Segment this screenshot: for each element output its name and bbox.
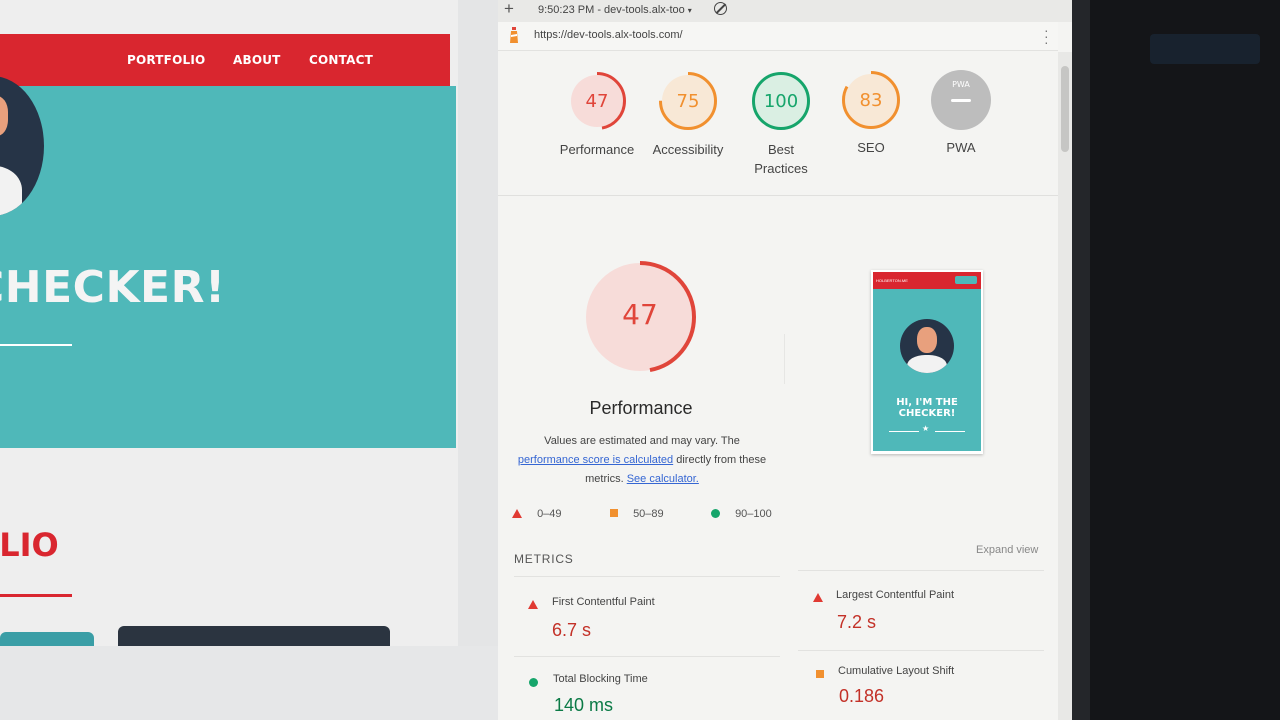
final-screenshot-thumbnail[interactable]: HOLBERTON.ME HI, I'M THE CHECKER! ★ <box>871 270 983 454</box>
lighthouse-panel: + 9:50:23 PM - dev-tools.alx-too ▾ https:… <box>498 0 1072 720</box>
metric-title: Total Blocking Time <box>553 673 648 685</box>
gauge-seo[interactable]: 83 <box>841 70 901 130</box>
divider <box>498 195 1058 196</box>
expand-view-toggle[interactable]: Expand view <box>976 544 1038 556</box>
pwa-badge-text: PWA <box>952 80 970 89</box>
gauge-score: 75 <box>676 91 700 112</box>
background-window <box>1150 34 1260 64</box>
divider <box>514 576 780 577</box>
website-preview: PORTFOLIO ABOUT CONTACT CHECKER! OLIO <box>0 0 458 720</box>
thumbnail-nav-text: HOLBERTON.ME <box>876 278 908 283</box>
portfolio-section-title: OLIO <box>0 526 59 564</box>
divider <box>784 334 785 384</box>
gauge-label: PWA <box>946 140 976 155</box>
scrollbar[interactable] <box>1058 52 1072 720</box>
gauge-pwa[interactable]: PWA <box>931 70 991 130</box>
portfolio-card[interactable] <box>118 626 390 646</box>
legend-pass: 90–100 <box>711 508 772 520</box>
screen-bezel <box>1072 0 1090 720</box>
circle-icon <box>529 678 538 687</box>
triangle-icon <box>528 600 538 609</box>
gauge-score: 83 <box>859 90 883 111</box>
section-divider <box>0 594 72 597</box>
gauge-label: Performance <box>559 142 635 157</box>
gauge-label: SEO <box>857 140 885 155</box>
metrics-heading: METRICS <box>514 552 574 566</box>
metric-value: 140 ms <box>554 695 614 715</box>
new-report-button[interactable]: + <box>504 0 514 19</box>
divider <box>798 570 1044 571</box>
circle-icon <box>711 509 720 518</box>
star-icon: ★ <box>922 424 930 433</box>
desktop-background <box>0 646 498 720</box>
see-calculator-link[interactable]: See calculator. <box>627 473 699 485</box>
portfolio-card[interactable] <box>0 632 94 646</box>
metric-value: 0.186 <box>839 686 885 706</box>
score-calculated-link[interactable]: performance score is calculated <box>518 454 673 466</box>
performance-title: Performance <box>589 398 693 418</box>
avatar <box>0 76 44 216</box>
performance-description: Values are estimated and may vary. The p… <box>517 435 767 485</box>
more-options-icon[interactable]: · · · <box>1044 23 1049 49</box>
clear-icon[interactable] <box>714 2 727 15</box>
gauge-accessibility[interactable]: 75 <box>658 71 718 131</box>
gauge-label: Accessibility <box>652 142 724 157</box>
triangle-icon <box>813 593 823 602</box>
avatar <box>900 319 954 373</box>
performance-gauge-large: 47 <box>581 258 699 376</box>
gauge-score: 47 <box>585 91 609 112</box>
legend-average: 50–89 <box>610 508 664 520</box>
nav-contact-link[interactable]: CONTACT <box>309 53 373 67</box>
triangle-icon <box>512 509 522 518</box>
scrollbar-thumb[interactable] <box>1061 66 1069 152</box>
gauge-performance[interactable]: 47 <box>567 71 627 131</box>
divider <box>798 650 1044 651</box>
report-title: 9:50:23 PM - dev-tools.alx-too <box>538 4 685 16</box>
gauge-best-practices[interactable]: 100 <box>751 71 811 131</box>
lighthouse-icon <box>510 27 518 43</box>
pwa-dash <box>951 99 971 102</box>
gauge-score: 100 <box>763 91 799 112</box>
metric-value: 6.7 s <box>552 620 592 640</box>
screen-background <box>1072 0 1280 720</box>
divider <box>514 656 780 657</box>
report-url[interactable]: https://dev-tools.alx-tools.com/ <box>534 29 683 41</box>
legend-fail: 0–49 <box>512 508 562 520</box>
thumbnail-title: HI, I'M THE CHECKER! <box>896 397 958 419</box>
metric-value: 7.2 s <box>837 612 877 632</box>
nav-about-link[interactable]: ABOUT <box>233 53 281 67</box>
performance-score: 47 <box>622 298 658 331</box>
nav-portfolio-link[interactable]: PORTFOLIO <box>127 53 205 67</box>
url-bar: https://dev-tools.alx-tools.com/ · · · <box>498 22 1058 51</box>
report-tabbar: + 9:50:23 PM - dev-tools.alx-too ▾ <box>498 0 1072 22</box>
hero-section: CHECKER! <box>0 76 456 448</box>
hero-divider <box>0 344 72 346</box>
metric-title: Cumulative Layout Shift <box>838 665 955 677</box>
gauge-label: Best Practices <box>754 142 808 176</box>
hero-title: CHECKER! <box>0 262 226 313</box>
site-navbar: PORTFOLIO ABOUT CONTACT <box>0 34 450 86</box>
square-icon <box>610 509 618 517</box>
chevron-down-icon: ▾ <box>687 6 692 15</box>
report-selector[interactable]: 9:50:23 PM - dev-tools.alx-too ▾ <box>538 4 692 16</box>
square-icon <box>816 670 824 678</box>
metric-title: First Contentful Paint <box>552 596 655 608</box>
metric-title: Largest Contentful Paint <box>836 589 955 601</box>
